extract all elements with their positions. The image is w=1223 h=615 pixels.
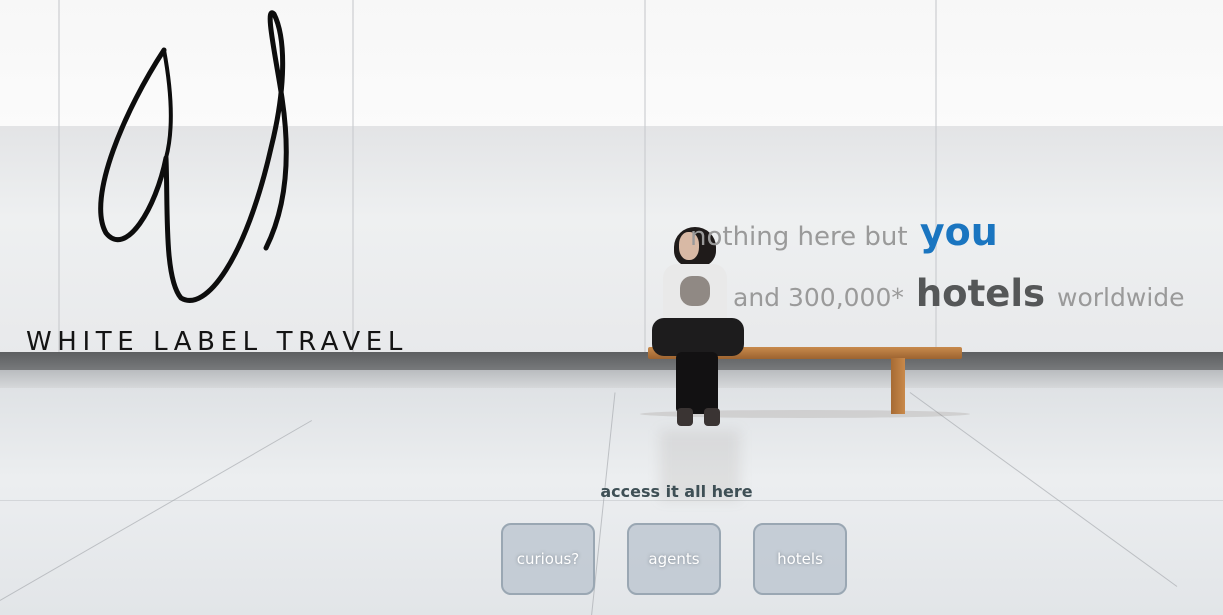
hotels-button[interactable]: hotels [753, 523, 847, 595]
person-shoe [704, 408, 720, 426]
curious-button[interactable]: curious? [501, 523, 595, 595]
tagline-line-1: nothing here but you [690, 210, 998, 254]
person-jacket [652, 318, 744, 356]
wall-panel-seam [644, 0, 646, 370]
person-legs [676, 352, 718, 414]
tagline-you-highlight: you [919, 210, 998, 254]
tagline-text: worldwide [1057, 283, 1185, 312]
person-shoe [677, 408, 693, 426]
tagline-line-2: and 300,000* hotels worldwide [733, 272, 1185, 315]
wall-panel-seam [58, 0, 60, 370]
w-script-logo-icon [98, 10, 289, 303]
agents-button[interactable]: agents [627, 523, 721, 595]
access-heading: access it all here [600, 482, 753, 501]
shirt-print [680, 276, 710, 306]
bench-leg [891, 358, 905, 414]
tagline-text: and 300,000* [733, 283, 904, 312]
wall-panel-seam [352, 0, 354, 370]
wall-skirting [0, 370, 1223, 388]
tagline-hotels-highlight: hotels [915, 272, 1046, 315]
tagline-text: nothing here but [690, 222, 908, 252]
access-button-group: curious? agents hotels [501, 523, 847, 595]
brand-wordmark: WHITE LABEL TRAVEL [26, 327, 408, 357]
